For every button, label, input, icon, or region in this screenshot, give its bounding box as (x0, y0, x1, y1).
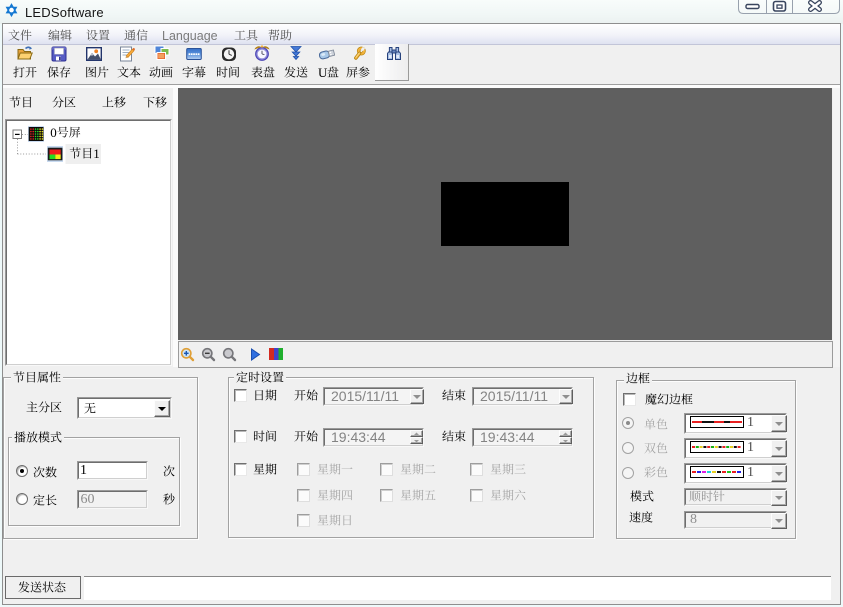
svg-text:1: 1 (93, 146, 100, 161)
svg-text:U: U (318, 65, 328, 80)
svg-text:0: 0 (50, 125, 57, 140)
